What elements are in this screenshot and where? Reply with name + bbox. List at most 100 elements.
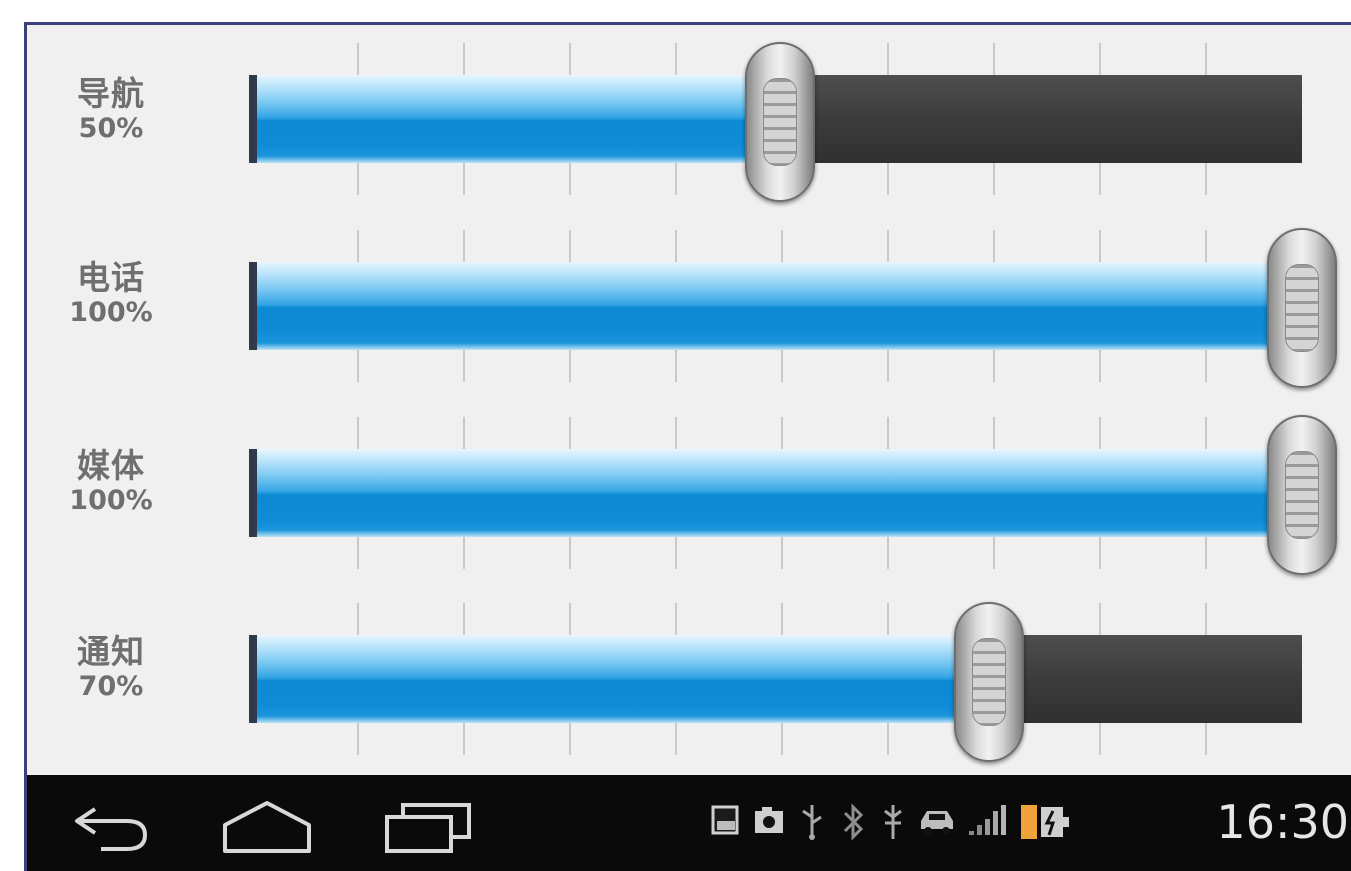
tick-mark (357, 417, 359, 449)
slider-thumb-phone[interactable] (1267, 228, 1337, 388)
tick-mark (675, 350, 677, 382)
tick-mark (463, 603, 465, 635)
tick-mark (357, 350, 359, 382)
tick-mark (1099, 163, 1101, 195)
tick-mark (675, 417, 677, 449)
car-icon (921, 811, 953, 835)
tick-mark (569, 417, 571, 449)
tick-mark (1205, 163, 1207, 195)
recent-apps-icon[interactable] (381, 793, 477, 857)
tick-mark (357, 43, 359, 75)
tick-mark (463, 230, 465, 262)
slider-thumb-notification[interactable] (953, 602, 1024, 762)
tick-mark (357, 603, 359, 635)
tick-mark (569, 603, 571, 635)
tick-mark (463, 350, 465, 382)
tick-mark (887, 43, 889, 75)
tick-mark (887, 537, 889, 569)
tick-mark (1205, 43, 1207, 75)
tick-mark (1099, 350, 1101, 382)
tick-mark (357, 230, 359, 262)
tick-mark (569, 163, 571, 195)
slider-name: 导航 (77, 74, 145, 113)
tick-mark (675, 230, 677, 262)
tick-mark (1205, 350, 1207, 382)
tick-mark (781, 723, 783, 755)
tick-mark (993, 417, 995, 449)
tick-mark (1099, 230, 1101, 262)
tick-mark (781, 350, 783, 382)
tick-mark (463, 43, 465, 75)
tick-mark (675, 603, 677, 635)
tick-mark (781, 603, 783, 635)
screen-frame: 导航 50% 电话 100% 媒体 100% 通知 70% 16:30 (24, 22, 1351, 871)
tick-mark (781, 417, 783, 449)
slider-label-phone: 电话 100% (61, 259, 161, 328)
tick-mark (569, 537, 571, 569)
slider-thumb-media[interactable] (1267, 415, 1337, 575)
tick-mark (675, 163, 677, 195)
slider-fill (257, 635, 989, 723)
slider-label-notification: 通知 70% (61, 633, 161, 702)
slider-track-media[interactable] (249, 449, 1302, 537)
slider-percent: 50% (78, 112, 144, 144)
volume-settings-panel: 导航 50% 电话 100% 媒体 100% 通知 70% (27, 25, 1351, 775)
slider-track-notification[interactable] (249, 635, 1302, 723)
tick-mark (887, 230, 889, 262)
tick-mark (1205, 417, 1207, 449)
tick-mark (463, 723, 465, 755)
gallery-icon (711, 805, 739, 835)
status-clock: 16:30 (1216, 795, 1349, 849)
tick-mark (781, 230, 783, 262)
slider-label-navigation: 导航 50% (61, 75, 161, 144)
tick-mark (569, 350, 571, 382)
tick-mark (887, 350, 889, 382)
tick-mark (1099, 603, 1101, 635)
slider-percent: 100% (69, 484, 153, 516)
tick-mark (1099, 537, 1101, 569)
camera-icon (755, 807, 783, 833)
tick-mark (993, 537, 995, 569)
tick-mark (1205, 723, 1207, 755)
tick-mark (357, 537, 359, 569)
tick-mark (993, 350, 995, 382)
slider-fill (257, 75, 780, 163)
tick-mark (675, 43, 677, 75)
battery-icon (1021, 805, 1069, 839)
slider-fill (257, 262, 1302, 350)
tick-mark (569, 723, 571, 755)
tick-mark (569, 230, 571, 262)
tick-mark (1205, 537, 1207, 569)
usb-icon (802, 805, 822, 840)
system-navigation-bar: 16:30 (27, 775, 1351, 871)
tick-mark (1205, 603, 1207, 635)
tick-mark (675, 723, 677, 755)
tick-mark (1099, 723, 1101, 755)
home-icon[interactable] (219, 793, 315, 857)
grip-icon (971, 638, 1006, 726)
grip-icon (762, 78, 797, 166)
slider-name: 通知 (77, 632, 145, 671)
slider-thumb-navigation[interactable] (744, 42, 815, 202)
tick-mark (357, 163, 359, 195)
back-icon[interactable] (65, 793, 155, 857)
tick-mark (1099, 417, 1101, 449)
tick-mark (1099, 43, 1101, 75)
tick-mark (357, 723, 359, 755)
tick-mark (887, 163, 889, 195)
tick-mark (781, 537, 783, 569)
tick-mark (463, 417, 465, 449)
grip-icon (1285, 451, 1319, 539)
usb-debug-icon (884, 805, 902, 839)
grip-icon (1285, 264, 1319, 352)
slider-label-media: 媒体 100% (61, 447, 161, 516)
bluetooth-icon (843, 803, 864, 841)
slider-fill (257, 449, 1302, 537)
slider-percent: 100% (69, 296, 153, 328)
tick-mark (675, 537, 677, 569)
tick-mark (463, 537, 465, 569)
tick-mark (569, 43, 571, 75)
tick-mark (887, 417, 889, 449)
signal-icon (969, 805, 1006, 835)
slider-track-phone[interactable] (249, 262, 1302, 350)
